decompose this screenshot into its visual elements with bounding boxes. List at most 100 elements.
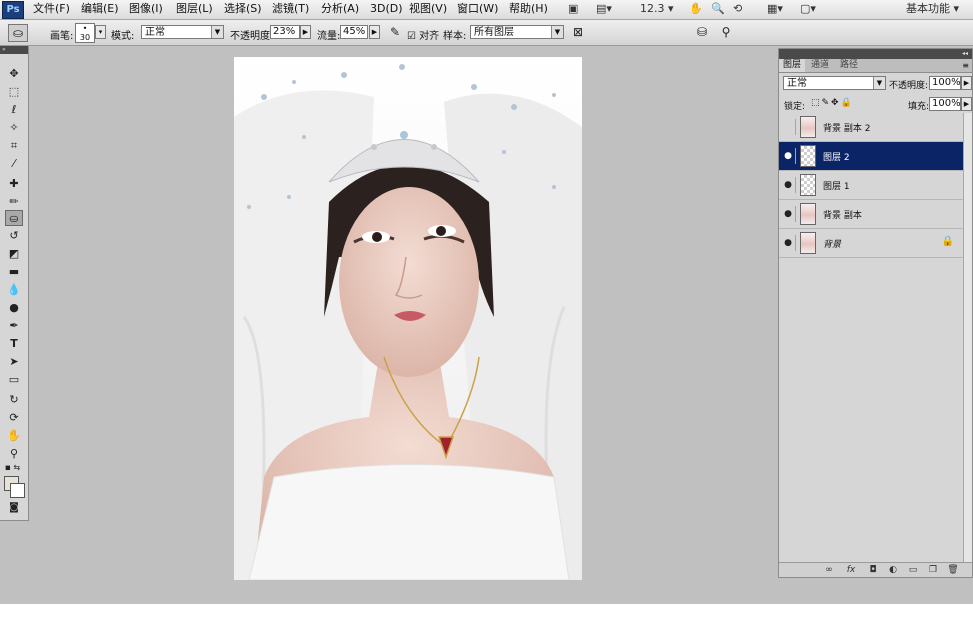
zoom-tool-icon[interactable]: 🔍 xyxy=(711,2,725,16)
menu-select[interactable]: 选择(S) xyxy=(224,2,262,16)
tools-panel: » ✥ ⬚ ℓ ✧ ⌗ ⁄ ✚ ✏ ⛀ ↺ ◩ ▬ 💧 ● ✒ T ➤ ▭ ↻ … xyxy=(0,46,29,521)
layer-row-layer-2[interactable]: ● 图层 2 xyxy=(779,142,964,171)
swap-colors-icon[interactable]: ◾ ⇆ xyxy=(5,460,23,476)
tab-layers[interactable]: 图层 xyxy=(779,59,806,72)
blur-tool-icon[interactable]: 💧 xyxy=(5,282,23,298)
brush-panel-icon[interactable]: ⚲ xyxy=(718,24,734,40)
lasso-tool-icon[interactable]: ℓ xyxy=(5,102,23,118)
tab-channels[interactable]: 通道 xyxy=(807,59,833,72)
adjustment-layer-icon[interactable]: ◐ xyxy=(887,564,899,576)
link-layers-icon[interactable]: ∞ xyxy=(823,564,835,576)
sample-label: 样本: xyxy=(443,31,467,42)
lock-options-icon[interactable]: ⬚✎✥🔒 xyxy=(811,98,854,108)
layer-row-background[interactable]: ● 背景 🔒 xyxy=(779,229,964,258)
crop-tool-icon[interactable]: ⌗ xyxy=(5,138,23,154)
layer-row-layer-1[interactable]: ● 图层 1 xyxy=(779,171,964,200)
brush-tool-icon[interactable]: ✏ xyxy=(5,194,23,210)
hand-tool-icon[interactable]: ✋ xyxy=(689,2,703,16)
clone-source-panel-icon[interactable]: ⛁ xyxy=(694,24,710,40)
delete-layer-icon[interactable]: 🗑 xyxy=(947,564,959,576)
aligned-checkbox[interactable]: ☑ 对齐 xyxy=(407,27,439,42)
move-tool-icon[interactable]: ✥ xyxy=(5,66,23,82)
workspace-switcher[interactable]: 基本功能 ▾ xyxy=(906,2,959,16)
layer-name: 图层 2 xyxy=(823,153,850,163)
layer-thumbnail xyxy=(800,116,816,138)
quick-mask-icon[interactable]: ◙ xyxy=(5,500,23,516)
pen-tool-icon[interactable]: ✒ xyxy=(5,318,23,334)
gradient-tool-icon[interactable]: ▬ xyxy=(5,264,23,280)
clone-stamp-preset-icon[interactable]: ⛀ xyxy=(8,24,28,42)
tab-paths[interactable]: 路径 xyxy=(836,59,862,72)
layer-row-bg-copy-2[interactable]: ● 背景 副本 2 xyxy=(779,113,964,142)
menu-3d[interactable]: 3D(D) xyxy=(370,2,403,16)
screen-mode-icon[interactable]: ▢▾ xyxy=(800,2,816,16)
dodge-tool-icon[interactable]: ● xyxy=(5,300,23,316)
sample-select[interactable]: 所有图层 ▼ xyxy=(470,25,564,39)
mode-label: 模式: xyxy=(111,31,135,42)
quick-selection-tool-icon[interactable]: ✧ xyxy=(5,120,23,136)
lock-label: 锁定: xyxy=(784,102,806,112)
layers-scrollbar[interactable] xyxy=(963,113,972,563)
opacity-slider-button[interactable]: ▶ xyxy=(300,25,311,39)
healing-brush-tool-icon[interactable]: ✚ xyxy=(5,176,23,192)
new-group-icon[interactable]: ▭ xyxy=(907,564,919,576)
shape-tool-icon[interactable]: ▭ xyxy=(5,372,23,388)
menu-image[interactable]: 图像(I) xyxy=(129,2,163,16)
opacity-field[interactable]: 23% xyxy=(270,25,300,39)
type-tool-icon[interactable]: T xyxy=(5,336,23,352)
history-brush-tool-icon[interactable]: ↺ xyxy=(5,228,23,244)
brush-label: 画笔: xyxy=(50,31,74,42)
rotate-view-icon[interactable]: ⟲ xyxy=(733,2,742,16)
menu-edit[interactable]: 编辑(E) xyxy=(81,2,119,16)
brush-picker-arrow[interactable]: ▾ xyxy=(95,25,106,39)
menu-file[interactable]: 文件(F) xyxy=(33,2,70,16)
panel-menu-icon[interactable]: ≡ xyxy=(962,59,969,72)
flow-label: 流量: xyxy=(317,31,341,42)
flow-slider-button[interactable]: ▶ xyxy=(369,25,380,39)
eye-icon[interactable]: ● xyxy=(781,235,796,251)
arrange-documents-icon[interactable]: ▦▾ xyxy=(767,2,783,16)
panel-tabs: 图层 通道 路径 ≡ xyxy=(779,59,972,73)
layer-name: 背景 副本 2 xyxy=(823,124,871,134)
3d-orbit-tool-icon[interactable]: ⟳ xyxy=(5,410,23,426)
marquee-tool-icon[interactable]: ⬚ xyxy=(5,84,23,100)
menu-layer[interactable]: 图层(L) xyxy=(176,2,213,16)
hand-tool-icon[interactable]: ✋ xyxy=(5,428,23,444)
layer-style-icon[interactable]: fx xyxy=(845,564,857,576)
3d-rotate-tool-icon[interactable]: ↻ xyxy=(5,392,23,408)
layer-row-bg-copy[interactable]: ● 背景 副本 xyxy=(779,200,964,229)
eye-icon[interactable]: ● xyxy=(781,148,796,164)
menu-view[interactable]: 视图(V) xyxy=(409,2,447,16)
eye-icon[interactable]: ● xyxy=(781,206,796,222)
eye-icon[interactable]: ● xyxy=(781,177,796,193)
layers-panel-header[interactable]: ◂◂ xyxy=(779,49,972,59)
menu-analysis[interactable]: 分析(A) xyxy=(321,2,359,16)
menu-window[interactable]: 窗口(W) xyxy=(457,2,498,16)
document-canvas[interactable] xyxy=(234,57,582,580)
airbrush-icon[interactable]: ✎ xyxy=(387,24,403,40)
bridge-icon[interactable]: ▣ xyxy=(568,2,578,16)
layer-opacity-field[interactable]: 100% xyxy=(929,76,961,90)
layer-opacity-slider-button[interactable]: ▶ xyxy=(961,76,972,90)
menu-filter[interactable]: 滤镜(T) xyxy=(272,2,309,16)
blend-mode-select[interactable]: 正常 ▼ xyxy=(783,76,886,90)
background-color-swatch[interactable] xyxy=(10,483,25,498)
new-layer-icon[interactable]: ❐ xyxy=(927,564,939,576)
visibility-toggle[interactable]: ● xyxy=(781,119,796,135)
eraser-tool-icon[interactable]: ◩ xyxy=(5,246,23,262)
brush-picker[interactable]: • 30 xyxy=(75,23,95,43)
tools-panel-grip[interactable]: » xyxy=(0,46,28,54)
lock-icon: 🔒 xyxy=(941,236,954,247)
fill-field[interactable]: 100% xyxy=(929,97,961,111)
add-mask-icon[interactable]: ◘ xyxy=(867,564,879,576)
zoom-level[interactable]: 12.3 ▾ xyxy=(640,2,674,16)
clone-stamp-tool-icon[interactable]: ⛀ xyxy=(5,210,23,226)
flow-field[interactable]: 45% xyxy=(340,25,368,39)
ignore-adjustment-layers-icon[interactable]: ⊠ xyxy=(570,24,586,40)
menu-help[interactable]: 帮助(H) xyxy=(509,2,548,16)
path-selection-tool-icon[interactable]: ➤ xyxy=(5,354,23,370)
mode-select[interactable]: 正常 ▼ xyxy=(141,25,224,39)
view-extras-icon[interactable]: ▤▾ xyxy=(596,2,612,16)
fill-slider-button[interactable]: ▶ xyxy=(961,97,972,111)
eyedropper-tool-icon[interactable]: ⁄ xyxy=(5,156,23,172)
